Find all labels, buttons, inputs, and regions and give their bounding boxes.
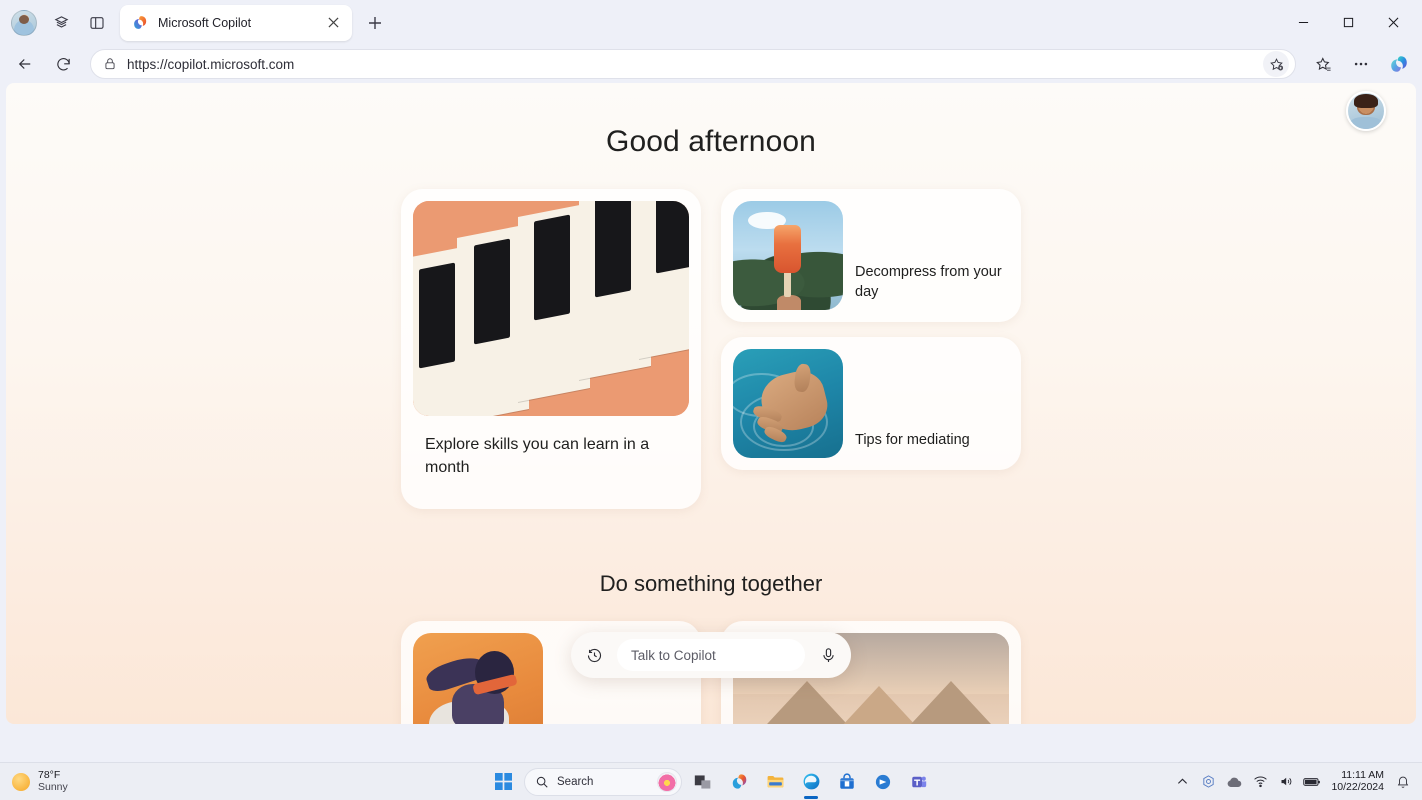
browser-tab[interactable]: Microsoft Copilot bbox=[120, 4, 352, 41]
profile-avatar-icon[interactable] bbox=[6, 5, 42, 41]
window-controls bbox=[1281, 0, 1416, 45]
system-tray: 11:11 AM 10/22/2024 bbox=[1173, 768, 1422, 794]
volume-icon[interactable] bbox=[1277, 773, 1295, 791]
close-window-button[interactable] bbox=[1371, 0, 1416, 45]
lotus-icon[interactable] bbox=[657, 771, 677, 792]
page-title: Good afternoon bbox=[606, 125, 816, 158]
side-cards-column: Decompress from your day Tips for mediat… bbox=[721, 189, 1021, 509]
split-screen-icon[interactable] bbox=[80, 6, 114, 40]
clock-date: 10/22/2024 bbox=[1331, 780, 1384, 793]
top-cards-row: Explore skills you can learn in a month … bbox=[6, 189, 1416, 510]
sun-icon bbox=[12, 772, 30, 791]
notification-bell-icon[interactable] bbox=[1394, 773, 1412, 791]
taskbar-search-box[interactable]: Search bbox=[524, 767, 682, 796]
copilot-sidebar-icon[interactable] bbox=[1384, 49, 1414, 79]
settings-ellipsis-icon[interactable] bbox=[1344, 47, 1378, 81]
copilot-favicon bbox=[132, 14, 149, 31]
browser-window: Microsoft Copilot https://copilot.micros… bbox=[0, 0, 1422, 762]
weather-condition: Sunny bbox=[38, 780, 68, 793]
card-label: Decompress from your day bbox=[855, 264, 1002, 300]
minimize-button[interactable] bbox=[1281, 0, 1326, 45]
taskbar-clock[interactable]: 11:11 AM 10/22/2024 bbox=[1329, 768, 1386, 794]
piano-keys-image bbox=[413, 201, 689, 416]
clock-time: 11:11 AM bbox=[1341, 768, 1384, 781]
page-viewport: Good afternoon Explore skills you can le… bbox=[6, 83, 1416, 724]
tab-strip: Microsoft Copilot bbox=[0, 0, 1422, 45]
copilot-composer-bar[interactable]: Talk to Copilot bbox=[571, 632, 851, 678]
popsicle-image bbox=[733, 201, 843, 310]
address-bar-row: https://copilot.microsoft.com bbox=[0, 45, 1422, 83]
workspaces-icon[interactable] bbox=[44, 6, 78, 40]
section-title: Do something together bbox=[599, 571, 823, 597]
card-explore-skills[interactable]: Explore skills you can learn in a month bbox=[401, 189, 701, 510]
onedrive-cloud-icon[interactable] bbox=[1225, 773, 1243, 791]
microsoft-teams-icon[interactable] bbox=[904, 767, 934, 797]
weather-widget[interactable]: 78°F Sunny bbox=[0, 768, 68, 794]
task-view-icon[interactable] bbox=[688, 767, 718, 797]
copilot-input[interactable]: Talk to Copilot bbox=[617, 639, 805, 671]
file-explorer-icon[interactable] bbox=[760, 767, 790, 797]
chevron-up-icon[interactable] bbox=[1173, 773, 1191, 791]
weather-temperature: 78°F bbox=[38, 768, 61, 781]
battery-icon[interactable] bbox=[1303, 773, 1321, 791]
outlook-icon[interactable] bbox=[868, 767, 898, 797]
taskbar-apps: Search bbox=[488, 767, 934, 797]
maximize-button[interactable] bbox=[1326, 0, 1371, 45]
tab-title: Microsoft Copilot bbox=[158, 15, 252, 30]
star-plus-icon[interactable] bbox=[1263, 51, 1289, 77]
card-decompress[interactable]: Decompress from your day bbox=[721, 189, 1021, 322]
lock-icon bbox=[103, 57, 117, 71]
microphone-icon[interactable] bbox=[813, 640, 843, 670]
microsoft-store-icon[interactable] bbox=[832, 767, 862, 797]
url-bar[interactable]: https://copilot.microsoft.com bbox=[90, 49, 1296, 79]
copilot-taskbar-icon[interactable] bbox=[724, 767, 754, 797]
windows-start-icon[interactable] bbox=[488, 767, 518, 797]
refresh-button[interactable] bbox=[46, 47, 80, 81]
card-label: Explore skills you can learn in a month bbox=[425, 436, 650, 477]
card-mediating[interactable]: Tips for mediating bbox=[721, 337, 1021, 470]
wifi-icon[interactable] bbox=[1251, 773, 1269, 791]
card-label: Tips for mediating bbox=[855, 432, 970, 448]
favorites-star-icon[interactable] bbox=[1306, 47, 1340, 81]
close-icon[interactable] bbox=[322, 12, 344, 34]
windows-taskbar: 78°F Sunny Search 11:11 AM 10/22/2024 bbox=[0, 762, 1422, 800]
user-avatar[interactable] bbox=[1346, 91, 1386, 131]
url-text: https://copilot.microsoft.com bbox=[127, 56, 295, 72]
history-clock-icon[interactable] bbox=[579, 640, 609, 670]
search-placeholder: Search bbox=[557, 775, 594, 788]
new-tab-button[interactable] bbox=[360, 8, 390, 38]
microsoft-edge-icon[interactable] bbox=[796, 767, 826, 797]
hand-in-water-image bbox=[733, 349, 843, 458]
back-button[interactable] bbox=[8, 47, 42, 81]
search-icon bbox=[535, 775, 549, 789]
person-stretching-image bbox=[413, 633, 543, 724]
hexagon-icon[interactable] bbox=[1199, 773, 1217, 791]
